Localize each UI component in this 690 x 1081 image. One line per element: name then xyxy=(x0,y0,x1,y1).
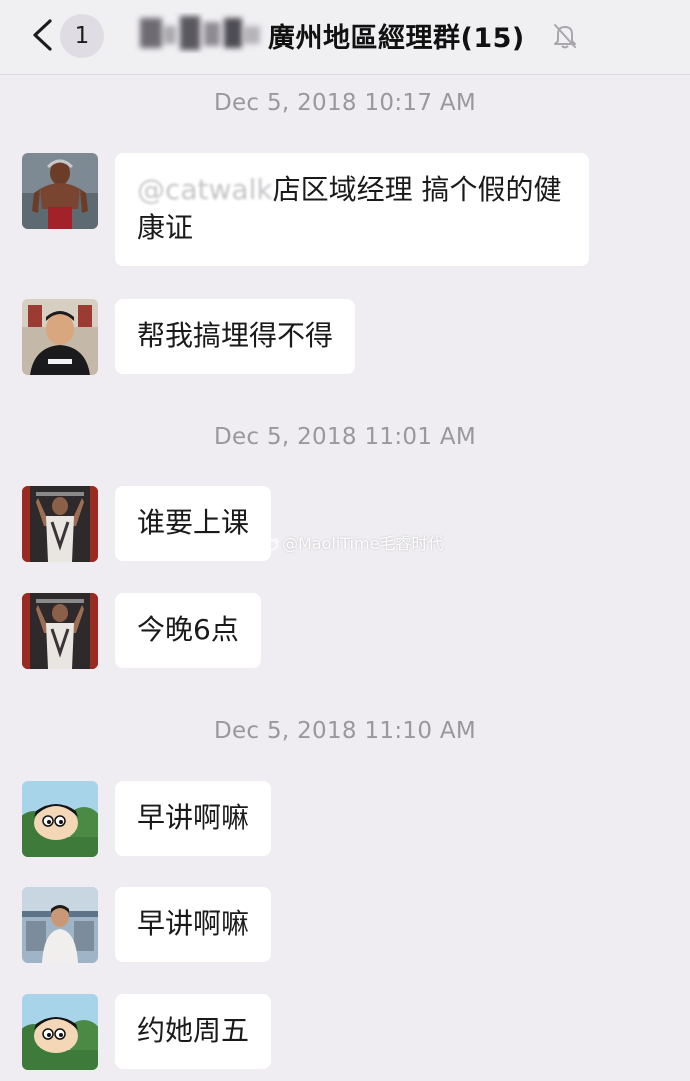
weibo-icon xyxy=(262,538,279,551)
mention: @catwalk xyxy=(137,173,273,206)
message-bubble[interactable]: 早讲啊嘛 xyxy=(115,887,272,962)
message-bubble[interactable]: 帮我搞埋得不得 xyxy=(115,299,356,374)
message-bubble[interactable]: 谁要上课 xyxy=(115,486,272,561)
message-bubble[interactable]: 约她周五 xyxy=(115,994,272,1069)
unread-count-badge: 1 xyxy=(60,14,104,58)
chat-title: 廣州地區經理群(15) xyxy=(268,23,525,54)
back-button[interactable]: 1 xyxy=(22,12,112,58)
avatar[interactable] xyxy=(22,593,98,669)
chevron-left-icon xyxy=(33,19,52,51)
bell-slash-icon xyxy=(554,24,576,49)
timestamp: Dec 5, 2018 11:01 AM xyxy=(213,424,477,450)
timestamp: Dec 5, 2018 11:10 AM xyxy=(213,718,477,744)
timestamp: Dec 5, 2018 10:17 AM xyxy=(213,90,477,116)
message-bubble[interactable]: @catwalk店区域经理 搞个假的健康证 xyxy=(115,153,589,266)
message-bubble[interactable]: 早讲啊嘛 xyxy=(115,781,272,856)
avatar[interactable] xyxy=(22,781,98,857)
avatar[interactable] xyxy=(22,887,98,963)
watermark-text: @MaoliTime毛睿时代 xyxy=(282,534,444,553)
redacted-name xyxy=(140,16,260,50)
chat-header: 1 廣州地區經理群(15) xyxy=(0,0,690,75)
avatar[interactable] xyxy=(22,299,98,375)
watermark: @MaoliTime毛睿时代 xyxy=(262,530,443,554)
avatar[interactable] xyxy=(22,486,98,562)
message-bubble[interactable]: 今晚6点 xyxy=(115,593,261,668)
avatar[interactable] xyxy=(22,153,98,229)
avatar[interactable] xyxy=(22,994,98,1070)
